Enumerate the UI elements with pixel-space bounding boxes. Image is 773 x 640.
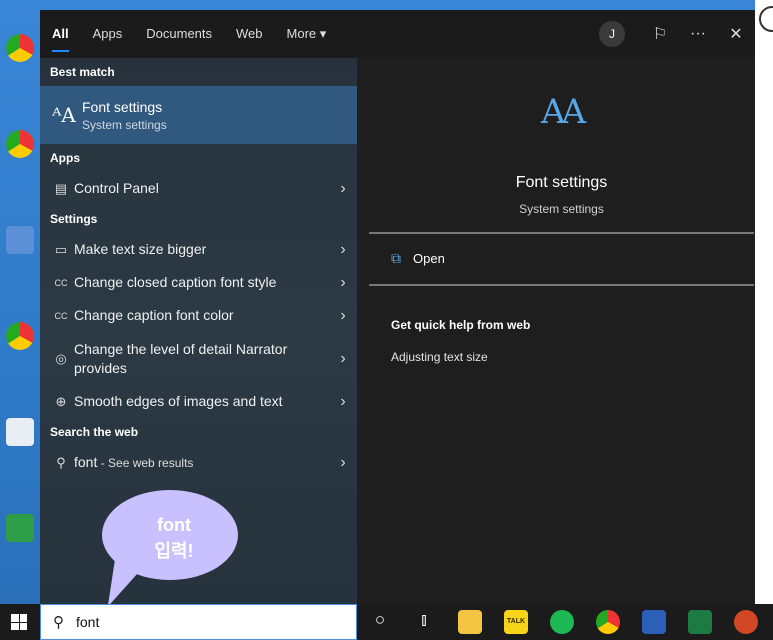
result-label: Change closed caption font style: [74, 274, 277, 290]
search-icon: ⚲: [56, 454, 66, 470]
divider: [369, 284, 754, 286]
annotation-text: font 입력!: [136, 512, 212, 564]
chrome-icon[interactable]: [596, 610, 620, 634]
preview-pane: AA Font settings System settings ⧉ Open …: [369, 70, 754, 604]
annotation-line2: 입력!: [154, 541, 194, 561]
magnifier-icon: ⊕: [55, 393, 67, 409]
result-smooth-edges[interactable]: ⊕ Smooth edges of images and text ›: [40, 385, 357, 418]
user-avatar[interactable]: J: [599, 21, 625, 47]
best-match-subtitle: System settings: [82, 117, 167, 132]
windows-logo-icon: [11, 614, 27, 630]
open-action[interactable]: ⧉ Open: [391, 250, 445, 267]
task-view-icon[interactable]: ⫾: [412, 610, 436, 630]
kakaotalk-icon[interactable]: TALK: [504, 610, 528, 634]
result-label: Control Panel: [74, 180, 159, 196]
chevron-right-icon[interactable]: ›: [329, 350, 357, 368]
control-panel-icon: ▤: [54, 180, 68, 196]
best-match-item[interactable]: ᴬA Font settings System settings: [40, 86, 357, 144]
best-match-title: Font settings: [82, 98, 163, 115]
chevron-right-icon[interactable]: ›: [329, 274, 357, 292]
web-query: font: [74, 453, 98, 470]
chevron-right-icon[interactable]: ›: [329, 307, 357, 325]
font-settings-icon: ᴬA: [52, 103, 76, 127]
chevron-right-icon[interactable]: ›: [329, 393, 357, 411]
chevron-right-icon[interactable]: ›: [329, 241, 357, 259]
open-icon: ⧉: [391, 250, 401, 266]
powerpoint-icon[interactable]: [734, 610, 758, 634]
result-text-size[interactable]: ▭ Make text size bigger ›: [40, 233, 357, 266]
tab-apps[interactable]: Apps: [81, 10, 135, 58]
circle-icon: [759, 6, 773, 32]
divider: [369, 232, 754, 234]
background-window-edge: [755, 0, 773, 604]
taskbar-search-box[interactable]: ⚲: [40, 604, 357, 640]
result-label: Change caption font color: [74, 307, 234, 323]
result-web-search[interactable]: ⚲ font - See web results ›: [40, 446, 357, 479]
search-icon: ⚲: [53, 614, 64, 631]
result-label: Make text size bigger: [74, 241, 207, 257]
result-caption-style[interactable]: CC Change closed caption font style ›: [40, 266, 357, 299]
taskbar: ⚲ ○ ⫾ TALK: [0, 604, 773, 640]
feedback-icon[interactable]: ⚐: [641, 24, 679, 44]
document-desktop-icon[interactable]: [6, 226, 34, 254]
more-options-icon[interactable]: ···: [679, 25, 717, 43]
chrome-desktop-icon[interactable]: [6, 34, 34, 62]
preview-subtitle: System settings: [519, 202, 604, 216]
cortana-circle-icon[interactable]: ○: [368, 610, 392, 630]
chrome-desktop-icon[interactable]: [6, 322, 34, 350]
chrome-desktop-icon[interactable]: [6, 130, 34, 158]
font-settings-large-icon: AA: [540, 92, 586, 132]
help-link[interactable]: Adjusting text size: [391, 350, 488, 364]
file-explorer-icon[interactable]: [458, 610, 482, 634]
narrator-icon: ◎: [55, 350, 67, 366]
quick-help-heading: Get quick help from web: [391, 318, 531, 332]
tab-documents[interactable]: Documents: [134, 10, 224, 58]
section-apps: Apps: [50, 151, 80, 165]
closed-caption-icon: CC: [54, 310, 68, 321]
result-control-panel[interactable]: ▤ Control Panel ›: [40, 172, 357, 205]
result-label: Change the level of detail Narrator prov…: [74, 340, 288, 376]
chevron-right-icon[interactable]: ›: [329, 180, 357, 198]
closed-caption-icon: CC: [54, 277, 68, 288]
search-input[interactable]: [74, 613, 318, 631]
preview-title: Font settings: [515, 174, 608, 191]
tab-more[interactable]: More ▾: [275, 10, 339, 58]
start-button[interactable]: [0, 604, 38, 640]
spotify-icon[interactable]: [550, 610, 574, 634]
excel-icon[interactable]: [688, 610, 712, 634]
section-search-web: Search the web: [50, 425, 139, 439]
sheet-desktop-icon[interactable]: [6, 514, 34, 542]
web-suffix: - See web results: [97, 455, 194, 470]
result-caption-color[interactable]: CC Change caption font color ›: [40, 299, 357, 332]
chevron-right-icon[interactable]: ›: [329, 454, 357, 472]
section-best-match: Best match: [50, 65, 115, 79]
close-icon[interactable]: ✕: [717, 24, 755, 44]
open-label: Open: [413, 251, 445, 266]
tab-all[interactable]: All: [40, 10, 81, 58]
result-narrator-detail[interactable]: ◎ Change the level of detail Narrator pr…: [40, 332, 357, 385]
result-label: Smooth edges of images and text: [74, 393, 283, 409]
annotation-line1: font: [157, 515, 191, 535]
search-tabs-bar: All Apps Documents Web More ▾ J ⚐ ··· ✕: [40, 10, 755, 58]
word-icon[interactable]: [642, 610, 666, 634]
monitor-icon: ▭: [54, 241, 68, 257]
file-desktop-icon[interactable]: [6, 418, 34, 446]
tab-web[interactable]: Web: [224, 10, 275, 58]
section-settings: Settings: [50, 212, 98, 226]
